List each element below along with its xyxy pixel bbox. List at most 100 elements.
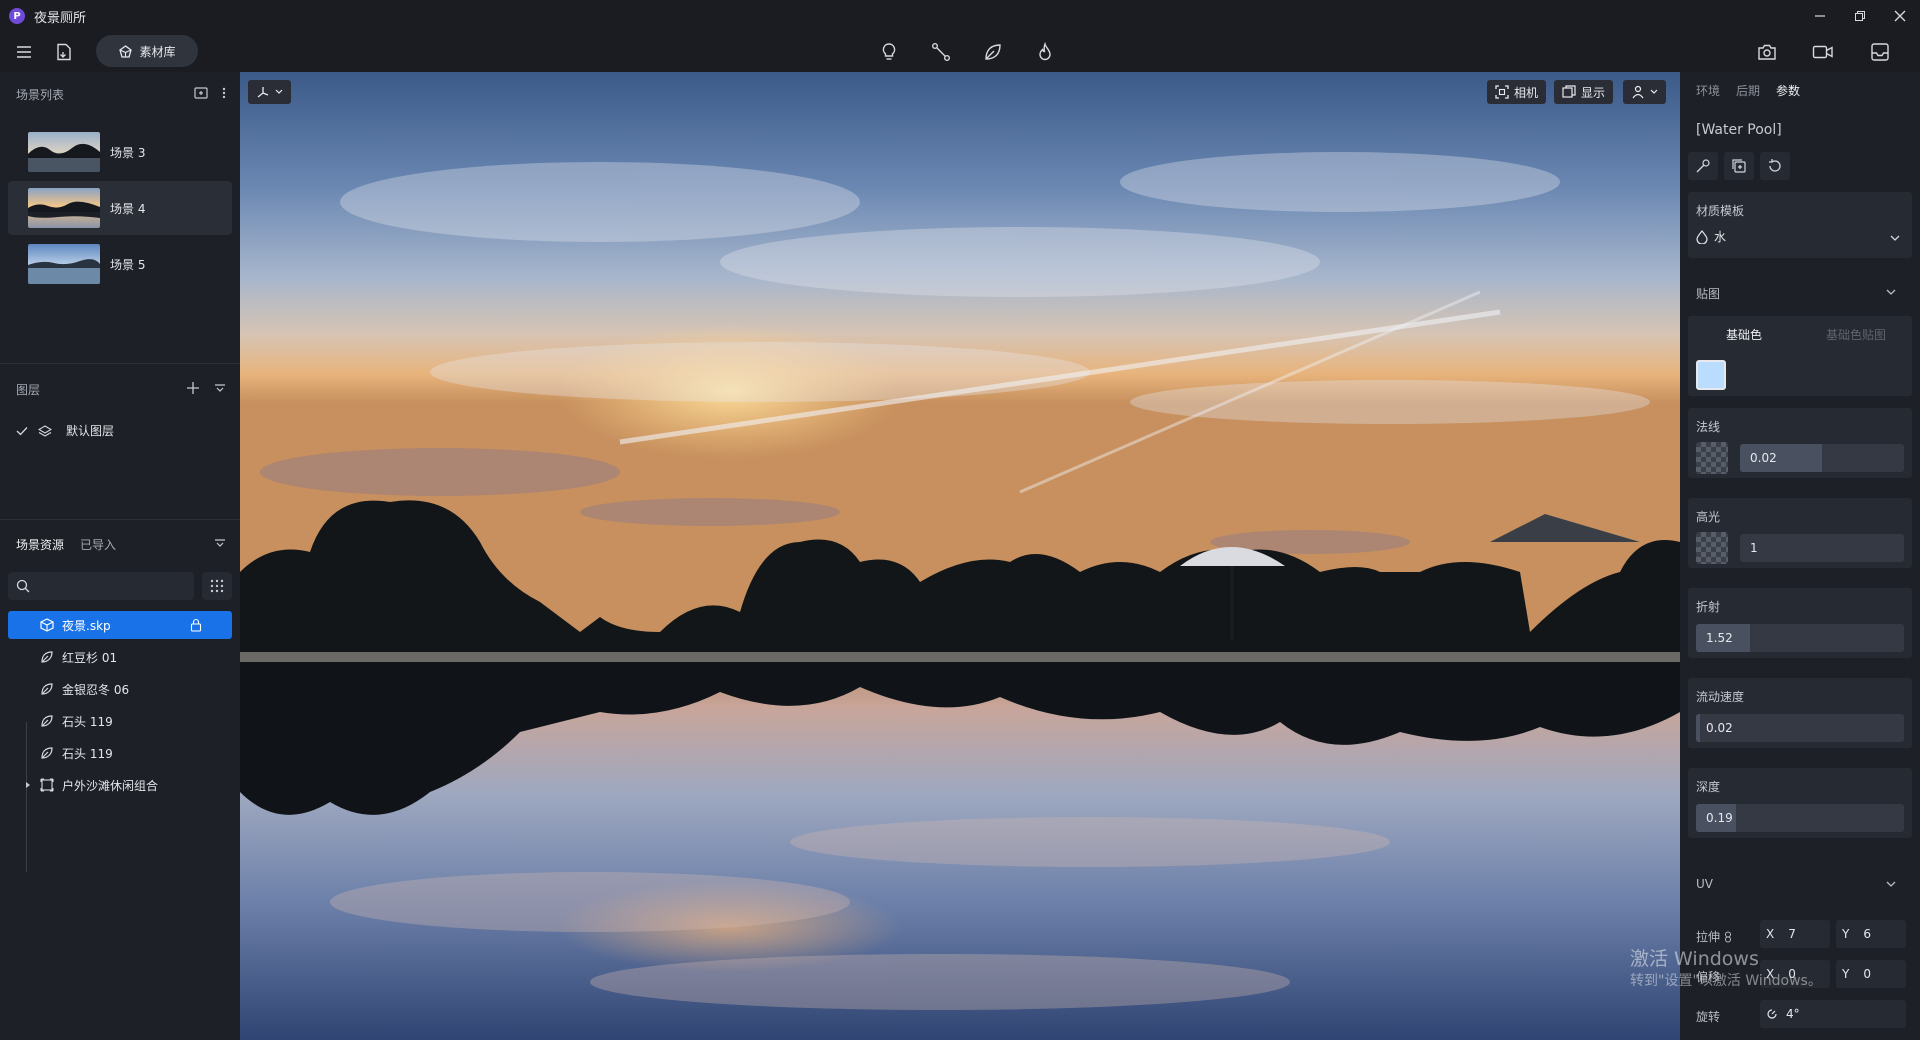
tree-item[interactable]: 石头 119	[8, 707, 232, 735]
menu-button[interactable]	[10, 38, 38, 66]
tab-imported[interactable]: 已导入	[80, 536, 116, 553]
assets-search-input[interactable]	[8, 572, 194, 600]
specular-card: 高光 1	[1688, 498, 1912, 568]
chevron-down-icon[interactable]	[1886, 880, 1896, 888]
viewport-options-dropdown[interactable]	[1623, 80, 1666, 104]
scene-item[interactable]: 场景 5	[8, 237, 232, 291]
scene-item[interactable]: 场景 4	[8, 181, 232, 235]
depth-label: 深度	[1696, 780, 1721, 794]
pick-material-button[interactable]	[1688, 152, 1718, 180]
depth-slider[interactable]: 0.19	[1696, 804, 1904, 832]
tree-item-label: 金银忍冬 06	[62, 682, 130, 697]
base-color-swatch[interactable]	[1696, 360, 1726, 390]
restore-button[interactable]	[1840, 0, 1880, 32]
display-label: 显示	[1581, 85, 1606, 100]
scene-label: 场景 5	[110, 257, 146, 272]
tab-environment[interactable]: 环境	[1696, 82, 1720, 99]
normal-label: 法线	[1696, 420, 1721, 434]
divider	[0, 519, 240, 520]
tree-item-skp[interactable]: 夜景.skp	[8, 611, 232, 639]
more-options-icon[interactable]	[222, 86, 226, 100]
path-tool-button[interactable]	[927, 38, 955, 66]
screenshot-button[interactable]	[1753, 38, 1781, 66]
video-button[interactable]	[1809, 38, 1837, 66]
y-axis-label: Y	[1842, 967, 1850, 981]
checkmark-icon	[16, 426, 28, 435]
grid-view-button[interactable]	[202, 572, 232, 600]
person-icon	[1632, 85, 1644, 99]
close-icon	[1894, 10, 1906, 22]
minimize-icon	[1815, 15, 1825, 17]
reset-material-button[interactable]	[1760, 152, 1790, 180]
uv-offset-y-input[interactable]: Y 0	[1836, 960, 1906, 988]
material-template-card: 材质模板 水	[1688, 192, 1912, 258]
subtab-base-color-map[interactable]: 基础色贴图	[1826, 326, 1886, 343]
material-name: [Water Pool]	[1696, 122, 1782, 138]
scene-list-header: 场景列表	[0, 76, 240, 112]
file-icon	[57, 43, 71, 61]
cube-icon	[40, 618, 54, 632]
uv-stretch-x-input[interactable]: X 7	[1760, 920, 1830, 948]
tree-item[interactable]: 红豆杉 01	[8, 643, 232, 671]
tab-post[interactable]: 后期	[1736, 82, 1760, 99]
uv-stretch-y-input[interactable]: Y 6	[1836, 920, 1906, 948]
camera-button[interactable]: 相机	[1487, 80, 1547, 104]
assets-filter-icon[interactable]	[214, 536, 226, 550]
scene-item[interactable]: 场景 3	[8, 125, 232, 179]
plant-tool-button[interactable]	[979, 38, 1007, 66]
subtab-base-color[interactable]: 基础色	[1726, 326, 1762, 343]
layer-item-default[interactable]: 默认图层	[16, 422, 114, 439]
scene-label: 场景 4	[110, 201, 146, 216]
normal-slider[interactable]: 0.02	[1740, 444, 1904, 472]
viewport-mode-dropdown[interactable]	[248, 80, 291, 104]
tab-params[interactable]: 参数	[1776, 82, 1800, 99]
expand-arrow-icon[interactable]	[24, 781, 32, 789]
layers-header: 图层	[0, 371, 240, 407]
uv-rotate-input[interactable]: 4°	[1760, 1000, 1906, 1028]
layers-title: 图层	[16, 382, 41, 397]
copy-material-button[interactable]	[1724, 152, 1754, 180]
render-viewport[interactable]: 相机 显示	[240, 72, 1680, 1040]
hamburger-icon	[17, 46, 31, 58]
search-icon	[16, 579, 30, 593]
template-select[interactable]: 水	[1696, 228, 1726, 245]
uv-stretch-label-row: 拉伸	[1696, 928, 1732, 945]
tree-item[interactable]: 金银忍冬 06	[8, 675, 232, 703]
refraction-slider[interactable]: 1.52	[1696, 624, 1904, 652]
template-value: 水	[1714, 230, 1727, 244]
frame-icon	[1495, 85, 1509, 99]
close-button[interactable]	[1880, 0, 1920, 32]
effect-tool-button[interactable]	[1031, 38, 1059, 66]
scene-thumbnail	[28, 188, 100, 228]
flow-speed-slider[interactable]: 0.02	[1696, 714, 1904, 742]
scene-label: 场景 3	[110, 145, 146, 160]
rotate-icon	[1767, 1009, 1777, 1019]
light-tool-button[interactable]	[875, 38, 903, 66]
material-library-label: 素材库	[139, 44, 176, 59]
leaf-icon	[985, 44, 1001, 60]
leaf-icon	[41, 651, 53, 663]
material-library-button[interactable]: 素材库	[96, 35, 198, 67]
normal-map-slot[interactable]	[1696, 442, 1728, 474]
chevron-down-icon[interactable]	[1890, 234, 1900, 242]
lock-icon[interactable]	[190, 618, 202, 632]
scene-thumbnail	[28, 132, 100, 172]
material-library-icon	[119, 44, 133, 58]
specular-slider[interactable]: 1	[1740, 534, 1904, 562]
tree-item-label: 石头 119	[62, 714, 113, 729]
file-button[interactable]	[50, 38, 78, 66]
chevron-down-icon[interactable]	[1886, 288, 1896, 296]
tab-scene-assets[interactable]: 场景资源	[16, 536, 64, 553]
display-button[interactable]: 显示	[1554, 80, 1614, 104]
gallery-button[interactable]	[1866, 38, 1894, 66]
specular-map-slot[interactable]	[1696, 532, 1728, 564]
tree-item-group[interactable]: 户外沙滩休闲组合	[8, 771, 232, 799]
right-panel: 环境 后期 参数 [Water Pool] 材质模板 水 贴图 基础色 基础色贴…	[1680, 72, 1920, 1040]
add-layer-icon[interactable]	[186, 381, 200, 395]
minimize-button[interactable]	[1800, 0, 1840, 32]
layer-filter-icon[interactable]	[214, 381, 226, 395]
link-icon[interactable]	[1724, 931, 1732, 943]
tree-item[interactable]: 石头 119	[8, 739, 232, 767]
leaf-icon	[41, 747, 53, 759]
add-scene-icon[interactable]	[194, 86, 208, 100]
